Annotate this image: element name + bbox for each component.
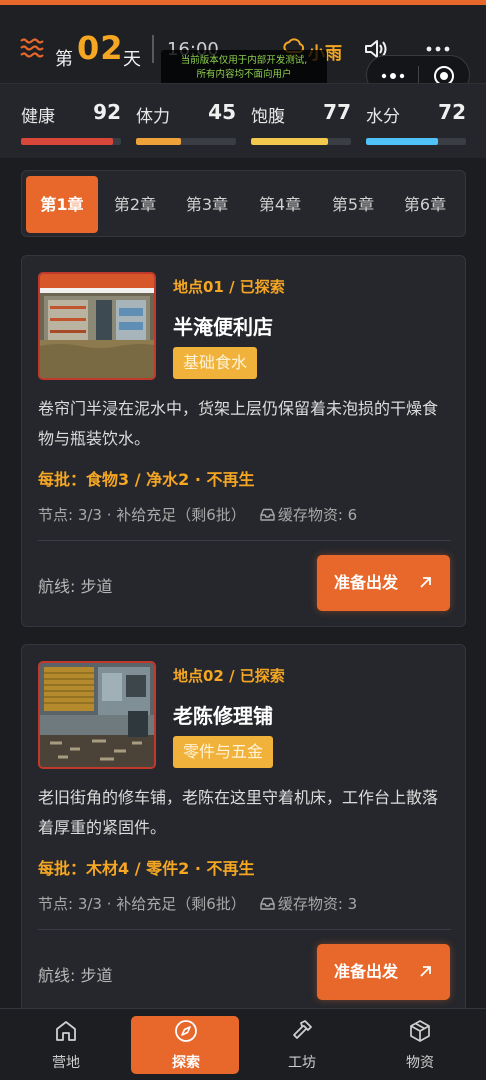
- inbox-icon: [260, 508, 275, 521]
- compass-icon: [175, 1020, 197, 1042]
- stat-label: 水分: [366, 107, 400, 127]
- nav-label: 探索: [172, 1055, 200, 1071]
- depart-button[interactable]: 准备出发: [317, 555, 450, 611]
- capsule-more-icon[interactable]: [381, 72, 405, 80]
- stat-fill: [21, 138, 113, 145]
- nav-supplies[interactable]: 物资: [365, 1009, 475, 1080]
- nav-label: 工坊: [288, 1055, 316, 1071]
- location-thumbnail: [38, 272, 156, 380]
- day-number: 02: [77, 29, 124, 67]
- tab-chapter-4[interactable]: 第4章: [244, 176, 316, 233]
- arrow-up-right-icon: [420, 966, 431, 977]
- card-divider: [38, 929, 451, 930]
- nav-camp[interactable]: 营地: [11, 1009, 121, 1080]
- stat-value: 92: [93, 100, 121, 124]
- chapter-tabs: 第1章 第2章 第3章 第4章 第5章 第6章: [21, 170, 466, 237]
- nav-explore[interactable]: 探索: [131, 1009, 241, 1080]
- stat-label: 饱腹: [251, 107, 285, 127]
- depart-button-label: 准备出发: [334, 573, 399, 592]
- cache-status: 缓存物资: 6: [277, 506, 358, 524]
- tab-chapter-3[interactable]: 第3章: [171, 176, 243, 233]
- nav-label: 营地: [52, 1055, 80, 1071]
- location-tag: 零件与五金: [173, 736, 274, 768]
- tab-chapter-2[interactable]: 第2章: [99, 176, 171, 233]
- tab-chapter-1[interactable]: 第1章: [26, 176, 98, 233]
- stat-fill: [136, 138, 181, 145]
- day-suffix: 天: [123, 49, 141, 70]
- location-code: 地点01 / 已探索: [173, 278, 285, 296]
- card-divider: [38, 540, 451, 541]
- inbox-icon: [260, 897, 275, 910]
- route-label: 航线: 步道: [38, 577, 113, 596]
- location-code: 地点02 / 已探索: [173, 667, 285, 685]
- stat-fill: [251, 138, 328, 145]
- stat-value: 72: [438, 100, 466, 124]
- package-icon: [410, 1020, 430, 1042]
- day-prefix: 第: [55, 49, 73, 70]
- location-yield: 每批：木材4 / 零件2 · 不再生: [38, 859, 255, 878]
- stat-value: 45: [208, 100, 236, 124]
- arrow-up-right-icon: [420, 577, 431, 588]
- route-label: 航线: 步道: [38, 966, 113, 985]
- tab-chapter-6[interactable]: 第6章: [389, 176, 461, 233]
- home-icon: [56, 1021, 76, 1041]
- header-divider: [152, 35, 154, 63]
- location-name: 半淹便利店: [173, 315, 273, 339]
- location-meta: 节点: 3/3 · 补给充足（剩6批） 缓存物资: 6: [38, 504, 357, 525]
- dev-notice-line2: 所有内容均不面向用户: [196, 69, 292, 80]
- stats-bar: 健康 92 体力 45 饱腹 77 水分 72: [0, 83, 486, 158]
- nav-label: 物资: [406, 1055, 434, 1071]
- stat-track: [136, 138, 236, 145]
- dev-notice-line1: 当前版本仅用于内部开发测试,: [180, 55, 308, 66]
- stat-track: [251, 138, 351, 145]
- cache-status: 缓存物资: 3: [277, 895, 358, 913]
- location-meta: 节点: 3/3 · 补给充足（剩6批） 缓存物资: 3: [38, 893, 357, 914]
- hammer-icon: [293, 1020, 312, 1039]
- location-description: 老旧街角的修车铺，老陈在这里守着机床，工作台上散落着厚重的紧固件。: [38, 788, 439, 837]
- stat-label: 体力: [136, 107, 170, 127]
- depart-button[interactable]: 准备出发: [317, 944, 450, 1000]
- dev-notice: 当前版本仅用于内部开发测试, 所有内容均不面向用户: [161, 50, 327, 86]
- node-status: 节点: 3/3 · 补给充足（剩6批）: [38, 895, 246, 913]
- location-card: 地点02 / 已探索 老陈修理铺 零件与五金 老旧街角的修车铺，老陈在这里守着机…: [21, 644, 466, 1016]
- stat-fill: [366, 138, 438, 145]
- nav-workshop[interactable]: 工坊: [247, 1009, 357, 1080]
- stat-track: [366, 138, 466, 145]
- stat-track: [21, 138, 121, 145]
- more-icon[interactable]: [426, 45, 450, 53]
- location-tag: 基础食水: [173, 347, 258, 379]
- location-card: 地点01 / 已探索 半淹便利店 基础食水 卷帘门半浸在泥水中，货架上层仍保留着…: [21, 255, 466, 627]
- location-description: 卷帘门半浸在泥水中，货架上层仍保留着未泡损的干燥食物与瓶装饮水。: [38, 399, 439, 448]
- stat-value: 77: [323, 100, 351, 124]
- node-status: 节点: 3/3 · 补给充足（剩6批）: [38, 506, 246, 524]
- location-thumbnail: [38, 661, 156, 769]
- stat-label: 健康: [21, 107, 55, 127]
- bottom-nav: 营地 探索 工坊 物资: [0, 1008, 486, 1080]
- location-yield: 每批：食物3 / 净水2 · 不再生: [38, 470, 255, 489]
- tab-chapter-5[interactable]: 第5章: [317, 176, 389, 233]
- waves-menu-icon[interactable]: [20, 37, 44, 59]
- location-name: 老陈修理铺: [173, 704, 273, 728]
- depart-button-label: 准备出发: [334, 962, 399, 981]
